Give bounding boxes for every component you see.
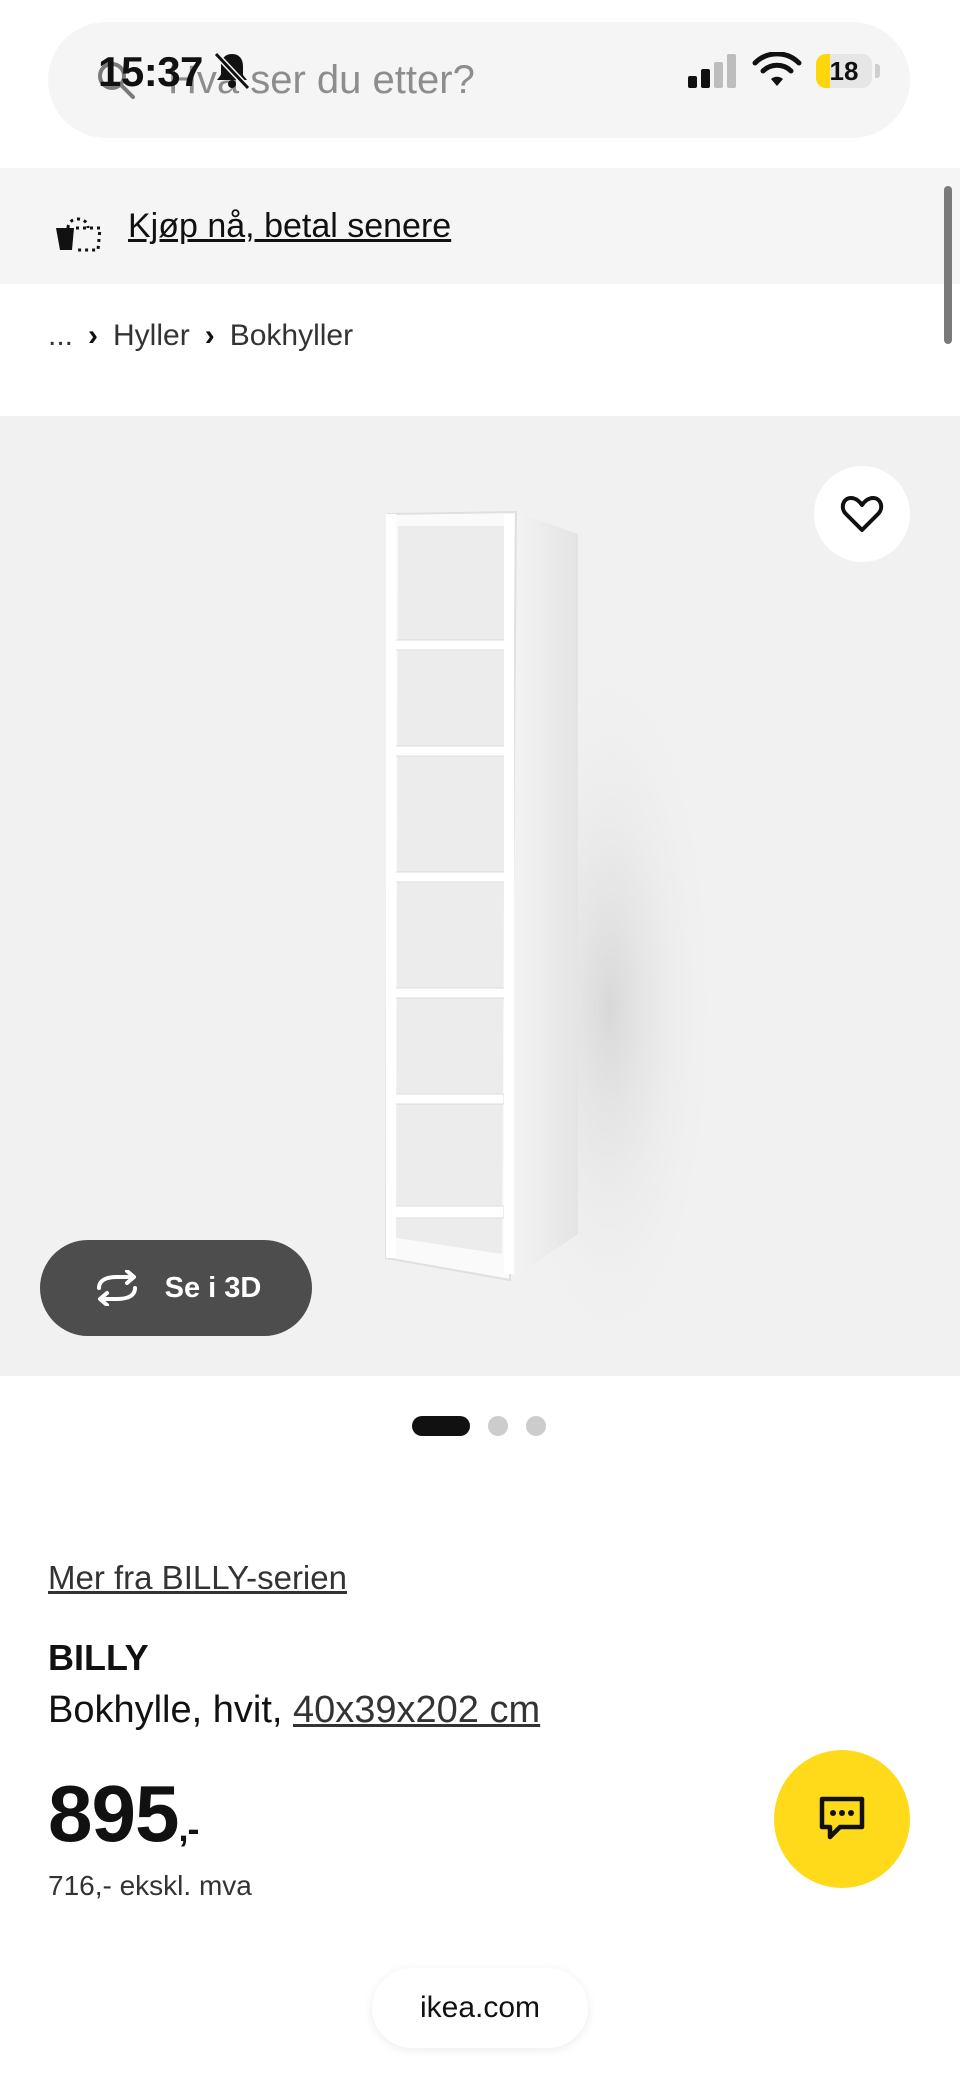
url-bar[interactable]: ikea.com bbox=[372, 1968, 588, 2048]
url-text: ikea.com bbox=[419, 1991, 541, 2024]
carousel-dot-1[interactable] bbox=[412, 1416, 470, 1436]
chat-button[interactable] bbox=[774, 1750, 910, 1888]
breadcrumb-item-bokhyller[interactable]: Bokhyller bbox=[230, 319, 353, 353]
view-3d-label: Se i 3D bbox=[164, 1271, 262, 1304]
product-image[interactable] bbox=[0, 416, 960, 1376]
breadcrumb-ellipsis[interactable]: ... bbox=[48, 319, 73, 353]
chevron-right-icon: › bbox=[88, 319, 99, 352]
view-3d-button[interactable]: Se i 3D bbox=[40, 1240, 312, 1336]
battery-cap bbox=[875, 64, 880, 78]
price-suffix: ,- bbox=[178, 1808, 199, 1849]
breadcrumb: ... › Hyller › Bokhyller bbox=[48, 314, 353, 358]
price-excl-vat: 716,- ekskl. mva bbox=[48, 1870, 252, 1901]
carousel-dot-3[interactable] bbox=[526, 1416, 546, 1436]
bnpl-link[interactable]: Kjøp nå, betal senere bbox=[128, 204, 451, 248]
bnpl-banner: Kjøp nå, betal senere bbox=[0, 168, 960, 284]
product-size-link[interactable]: 40x39x202 cm bbox=[293, 1689, 540, 1731]
battery-percent: 18 bbox=[829, 56, 859, 86]
bookcase-illustration bbox=[384, 510, 720, 1366]
carousel-dot-2[interactable] bbox=[488, 1416, 508, 1436]
shopping-bag-icon bbox=[56, 217, 102, 252]
product-description: Bokhylle, hvit, 40x39x202 cm bbox=[48, 1686, 540, 1734]
chat-bubble-icon bbox=[819, 1796, 865, 1840]
chevron-right-icon: › bbox=[204, 319, 215, 352]
product-description-text: Bokhylle, hvit, bbox=[48, 1689, 293, 1731]
series-link[interactable]: Mer fra BILLY-serien bbox=[48, 1556, 347, 1600]
breadcrumb-item-hyller[interactable]: Hyller bbox=[113, 319, 190, 353]
bell-slash-icon bbox=[213, 51, 251, 91]
carousel-dots bbox=[412, 1416, 546, 1436]
wifi-icon bbox=[752, 52, 802, 86]
rotate-icon bbox=[96, 1270, 137, 1306]
signal-icon bbox=[688, 54, 736, 88]
heart-icon bbox=[840, 496, 884, 532]
favorite-button[interactable] bbox=[814, 466, 910, 562]
price-value: 895 bbox=[48, 1769, 179, 1858]
product-name: BILLY bbox=[48, 1637, 149, 1678]
battery-indicator: 18 bbox=[816, 54, 872, 88]
product-page: Hva ser du etter? 15:37 18 Kjøp nå, beta… bbox=[0, 0, 960, 2081]
status-time: 15:37 bbox=[98, 48, 203, 95]
scrollbar[interactable] bbox=[944, 186, 952, 344]
price: 895,- bbox=[48, 1766, 199, 1877]
